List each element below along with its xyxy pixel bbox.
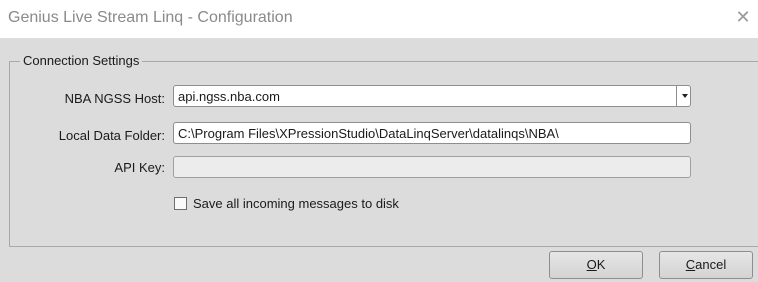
cancel-button[interactable]: Cancel bbox=[659, 251, 753, 279]
host-combobox[interactable]: api.ngss.nba.com bbox=[173, 85, 691, 107]
host-label: NBA NGSS Host: bbox=[64, 91, 165, 106]
save-messages-checkbox-row[interactable]: Save all incoming messages to disk bbox=[174, 196, 399, 211]
folder-label: Local Data Folder: bbox=[58, 128, 165, 143]
close-icon[interactable]: ✕ bbox=[732, 6, 754, 28]
api-key-label: API Key: bbox=[114, 160, 165, 175]
cancel-mnemonic: C bbox=[685, 257, 696, 272]
ok-button[interactable]: OK bbox=[549, 251, 643, 279]
folder-field[interactable]: C:\Program Files\XPressionStudio\DataLin… bbox=[173, 122, 691, 144]
ok-rest: K bbox=[596, 257, 606, 272]
group-legend: Connection Settings bbox=[20, 53, 143, 68]
api-key-field[interactable] bbox=[173, 156, 691, 178]
cancel-rest: ancel bbox=[695, 257, 727, 272]
chevron-down-icon[interactable] bbox=[676, 85, 692, 107]
ok-mnemonic: O bbox=[586, 257, 597, 272]
save-messages-checkbox[interactable] bbox=[174, 197, 187, 210]
window-title: Genius Live Stream Linq - Configuration bbox=[8, 9, 293, 26]
host-value: api.ngss.nba.com bbox=[178, 89, 280, 104]
title-bar: Genius Live Stream Linq - Configuration … bbox=[0, 0, 758, 38]
save-messages-label: Save all incoming messages to disk bbox=[193, 196, 399, 211]
folder-value: C:\Program Files\XPressionStudio\DataLin… bbox=[178, 126, 559, 141]
